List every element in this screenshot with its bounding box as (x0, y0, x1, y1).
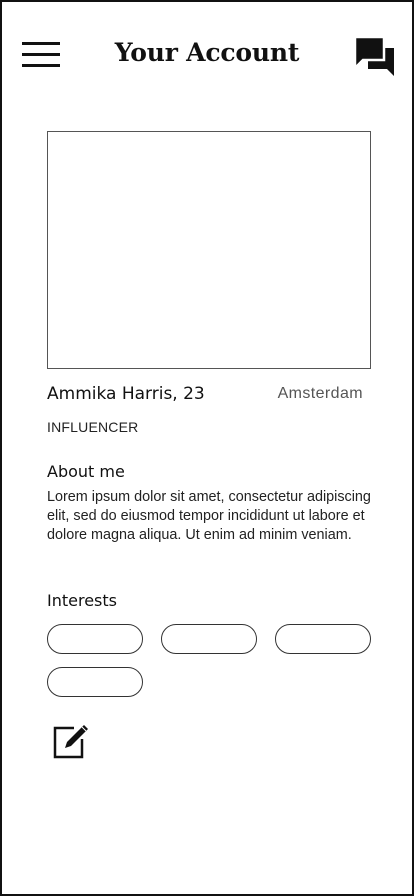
interest-chip[interactable] (161, 624, 257, 654)
interest-chip[interactable] (275, 624, 371, 654)
about-title: About me (47, 462, 125, 481)
profile-photo-placeholder (47, 131, 371, 369)
profile-name-age: Ammika Harris, 23 (47, 384, 205, 404)
interests-title: Interests (47, 591, 117, 610)
chat-bubbles-icon[interactable] (353, 35, 396, 76)
interest-chip[interactable] (47, 624, 143, 654)
edit-pencil-icon[interactable] (52, 722, 92, 760)
page-title: Your Account (114, 38, 300, 67)
profile-role: INFLUENCER (47, 419, 139, 435)
phone-frame: Your Account Ammika Harris, 23 Amsterdam… (0, 0, 414, 896)
interest-chip[interactable] (47, 667, 143, 697)
profile-location: Amsterdam (277, 385, 363, 402)
about-text: Lorem ipsum dolor sit amet, consectetur … (47, 489, 371, 543)
